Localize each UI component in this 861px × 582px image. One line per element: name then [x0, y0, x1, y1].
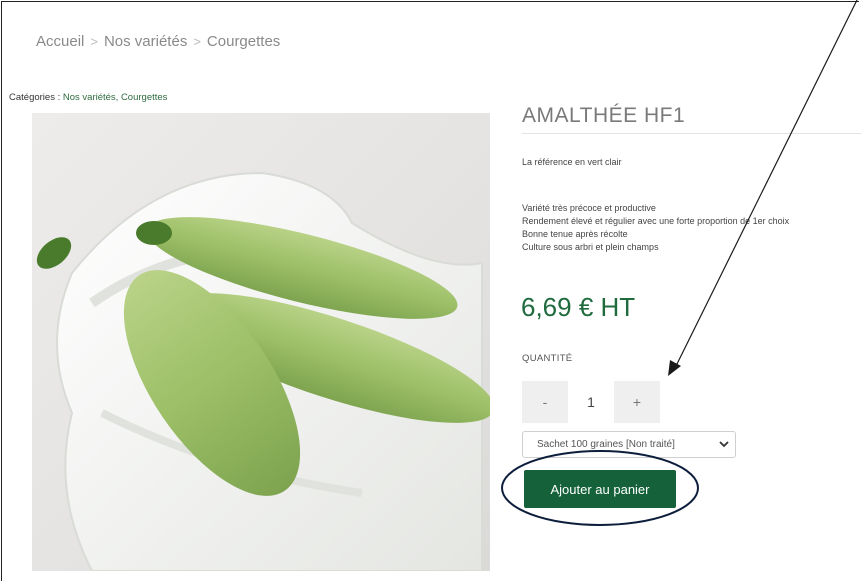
packaging-select[interactable]: Sachet 100 graines [Non traité]: [522, 431, 736, 458]
breadcrumb-current: Courgettes: [206, 33, 281, 50]
quantity-input[interactable]: 1: [568, 381, 614, 423]
feature-line: Variété très précoce et productive: [522, 203, 656, 213]
zucchini-image: [36, 171, 490, 571]
product-image: [32, 113, 490, 571]
product-subtitle: La référence en vert clair: [522, 157, 622, 167]
product-features: Variété très précoce et productive Rende…: [522, 202, 789, 254]
breadcrumb-separator: >: [90, 34, 98, 49]
breadcrumb-separator: >: [193, 34, 201, 49]
quantity-stepper: - 1 +: [522, 381, 660, 423]
feature-line: Rendement élevé et régulier avec une for…: [522, 216, 790, 226]
categories-label: Catégories :: [9, 92, 61, 103]
quantity-increase-button[interactable]: +: [614, 381, 660, 423]
breadcrumb-varieties[interactable]: Nos variétés: [104, 33, 187, 50]
feature-line: Culture sous arbri et plein champs: [522, 242, 659, 252]
feature-line: Bonne tenue après récolte: [522, 229, 628, 239]
quantity-decrease-button[interactable]: -: [522, 381, 568, 423]
breadcrumb: Accueil > Nos variétés > Courgettes: [36, 33, 280, 50]
quantity-label: QUANTITÉ: [522, 353, 573, 364]
title-divider: [522, 133, 861, 134]
categories: Catégories : Nos variétés, Courgettes: [9, 92, 167, 103]
chevron-down-icon: [719, 441, 729, 448]
breadcrumb-home[interactable]: Accueil: [36, 33, 84, 50]
categories-links[interactable]: Nos variétés, Courgettes: [63, 92, 168, 103]
add-to-cart-button[interactable]: Ajouter au panier: [524, 470, 676, 508]
product-title: AMALTHÉE HF1: [522, 104, 686, 127]
product-price: 6,69 € HT: [521, 292, 636, 322]
packaging-select-value: Sachet 100 graines [Non traité]: [537, 439, 675, 450]
